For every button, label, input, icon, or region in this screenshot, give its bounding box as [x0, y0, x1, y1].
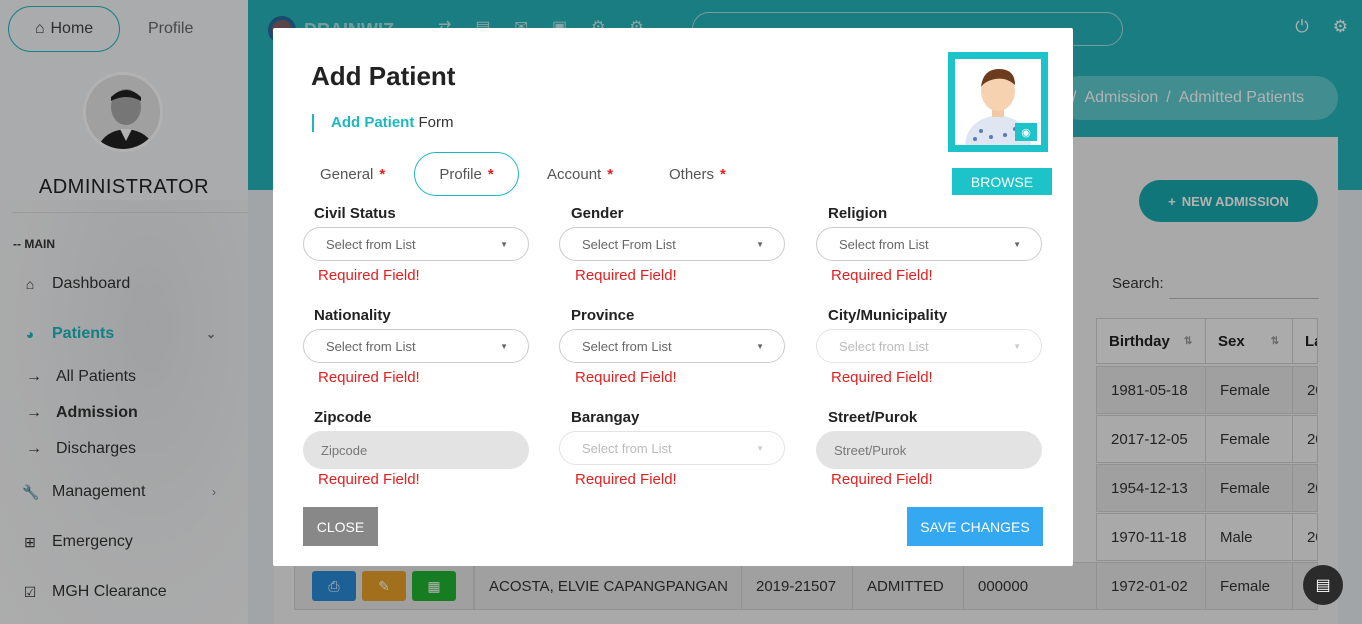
select-value: Select from List [582, 338, 672, 354]
tab-profile[interactable]: Profile * [414, 152, 519, 196]
tab-general[interactable]: General * [320, 152, 385, 196]
tab-label: Account [547, 165, 602, 183]
nationality-error: Required Field! [318, 369, 420, 386]
form-subtitle-rest: Form [414, 114, 454, 131]
photo-frame: ◉ [955, 59, 1041, 145]
select-value: Select from List [839, 236, 929, 252]
gender-select[interactable]: Select From List ▼ [559, 227, 785, 261]
patient-photo: ◉ [948, 52, 1048, 152]
province-error: Required Field! [575, 369, 677, 386]
caret-down-icon: ▼ [1013, 341, 1021, 351]
city-error: Required Field! [831, 369, 933, 386]
form-subtitle-strong: Add Patient [331, 114, 415, 131]
select-value: Select from List [839, 338, 929, 354]
tab-account[interactable]: Account * [547, 152, 613, 196]
gender-error: Required Field! [575, 267, 677, 284]
nationality-select[interactable]: Select from List ▼ [303, 329, 529, 363]
civil-status-select[interactable]: Select from List ▼ [303, 227, 529, 261]
select-value: Select From List [582, 236, 676, 252]
city-select[interactable]: Select from List ▼ [816, 329, 1042, 363]
required-marker: * [487, 165, 494, 183]
nationality-label: Nationality [314, 307, 391, 324]
chat-icon: ▤ [1315, 577, 1331, 594]
barangay-error: Required Field! [575, 471, 677, 488]
street-label: Street/Purok [828, 409, 918, 426]
gender-label: Gender [571, 205, 624, 222]
caret-down-icon: ▼ [1013, 239, 1021, 249]
form-subtitle: Add Patient Form [312, 114, 454, 132]
religion-error: Required Field! [831, 267, 933, 284]
religion-label: Religion [828, 205, 888, 222]
tab-label: Profile [439, 165, 482, 183]
zipcode-label: Zipcode [314, 409, 372, 426]
barangay-select[interactable]: Select from List ▼ [559, 431, 785, 465]
caret-down-icon: ▼ [756, 239, 764, 249]
modal-title: Add Patient [311, 61, 456, 91]
required-marker: * [379, 165, 386, 183]
civil-status-label: Civil Status [314, 205, 396, 222]
tab-others[interactable]: Others * [669, 152, 726, 196]
street-input[interactable]: Street/Purok [816, 431, 1042, 469]
caret-down-icon: ▼ [756, 443, 764, 453]
camera-icon[interactable]: ◉ [1015, 123, 1037, 141]
tab-label: Others [669, 165, 715, 183]
required-marker: * [607, 165, 614, 183]
province-label: Province [571, 307, 635, 324]
zipcode-error: Required Field! [318, 471, 420, 488]
caret-down-icon: ▼ [756, 341, 764, 351]
barangay-label: Barangay [571, 409, 640, 426]
caret-down-icon: ▼ [500, 239, 508, 249]
add-patient-modal: Add Patient Add Patient Form ◉ BROWSE Ge… [273, 28, 1073, 566]
chat-button[interactable]: ▤ [1303, 565, 1343, 605]
city-label: City/Municipality [828, 307, 948, 324]
select-value: Select from List [582, 440, 672, 456]
tab-label: General [320, 165, 374, 183]
province-select[interactable]: Select from List ▼ [559, 329, 785, 363]
zipcode-input[interactable]: Zipcode [303, 431, 529, 469]
save-changes-button[interactable]: SAVE CHANGES [907, 507, 1043, 546]
select-value: Select from List [326, 338, 416, 354]
close-button[interactable]: CLOSE [303, 507, 378, 546]
browse-button[interactable]: BROWSE [952, 168, 1052, 195]
civil-status-error: Required Field! [318, 267, 420, 284]
caret-down-icon: ▼ [500, 341, 508, 351]
street-error: Required Field! [831, 471, 933, 488]
select-value: Select from List [326, 236, 416, 252]
religion-select[interactable]: Select from List ▼ [816, 227, 1042, 261]
required-marker: * [720, 165, 726, 183]
